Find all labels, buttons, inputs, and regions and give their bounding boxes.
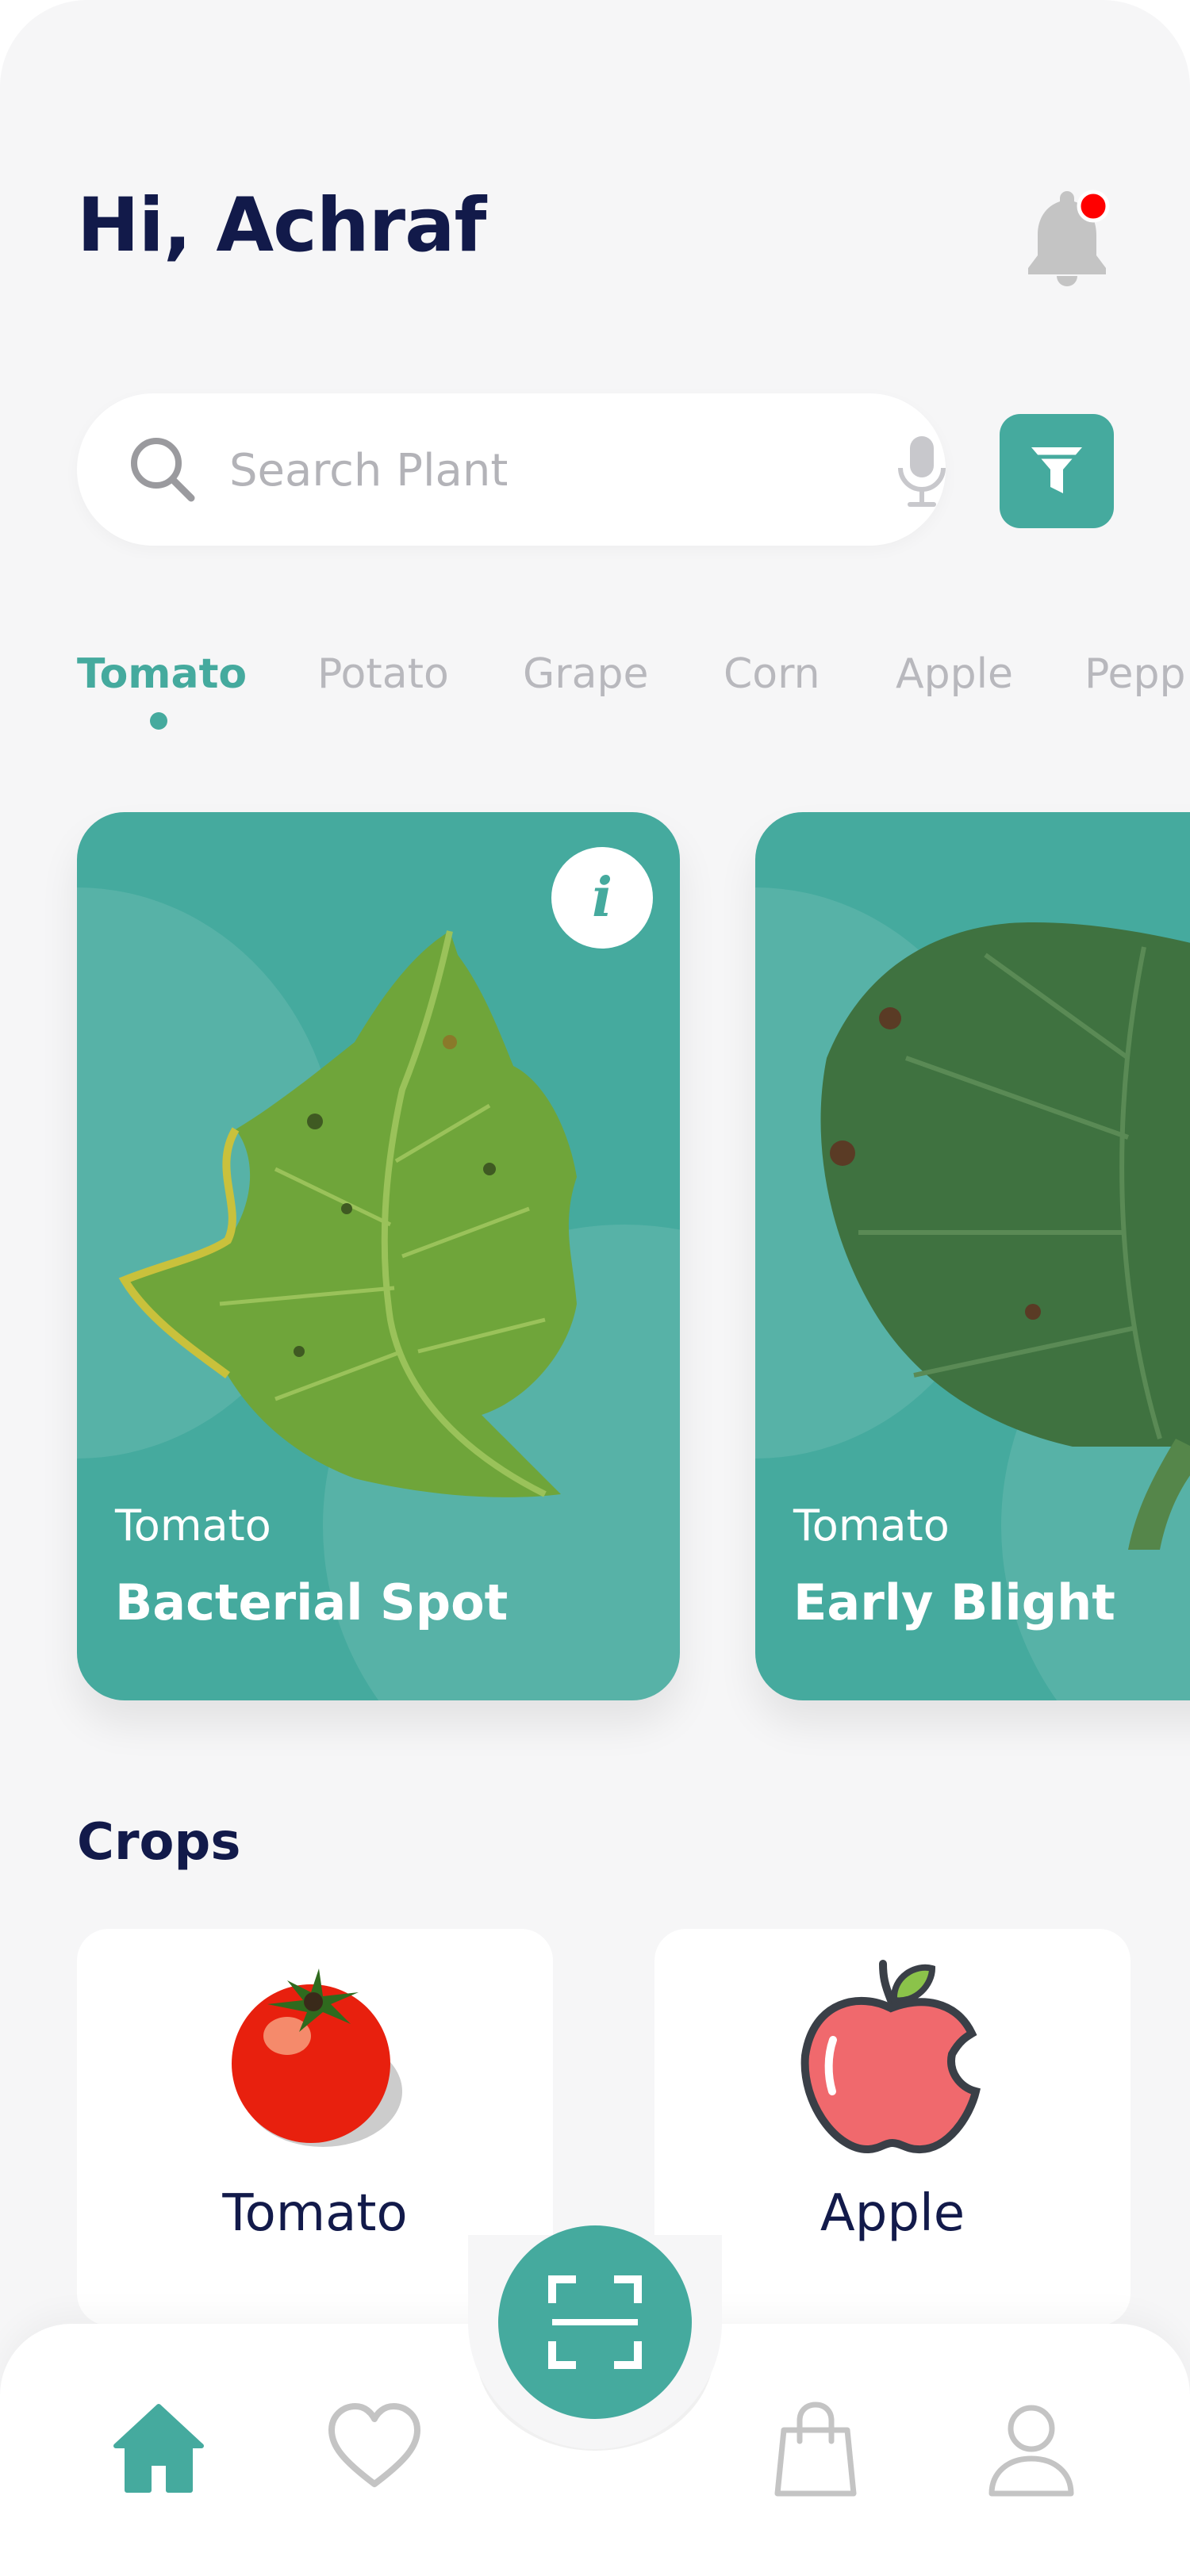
notification-bell-icon[interactable]	[1023, 187, 1111, 290]
home-screen: Hi, Achraf Tomato Potato Grape Corn	[0, 0, 1190, 2576]
bag-icon[interactable]	[768, 2402, 863, 2497]
crop-card-apple[interactable]: Apple	[654, 1929, 1130, 2325]
tab-pepper[interactable]: Pepp	[1084, 650, 1186, 698]
disease-card-bacterial-spot[interactable]: i Tomato Bacterial Spot	[77, 812, 680, 1700]
greeting-title: Hi, Achraf	[77, 182, 486, 269]
filter-button[interactable]	[1000, 414, 1114, 528]
tab-grape[interactable]: Grape	[523, 650, 649, 698]
tab-apple[interactable]: Apple	[896, 650, 1013, 698]
crops-section-title: Crops	[77, 1813, 241, 1872]
leaf-image	[820, 922, 1190, 1550]
search-icon	[131, 438, 195, 502]
category-tabs: Tomato Potato Grape Corn Apple Pepp	[77, 650, 1190, 722]
card-crop-label: Tomato	[115, 1501, 271, 1551]
selected-tab-indicator	[150, 712, 167, 730]
card-disease-label: Bacterial Spot	[115, 1574, 509, 1631]
profile-icon[interactable]	[984, 2402, 1079, 2497]
crop-label: Apple	[820, 2184, 965, 2243]
leaf-image	[118, 930, 577, 1497]
disease-card-early-blight[interactable]: Tomato Early Blight	[755, 812, 1190, 1700]
tomato-icon	[232, 1968, 402, 2147]
home-icon[interactable]	[111, 2402, 206, 2497]
tab-tomato[interactable]: Tomato	[77, 650, 247, 698]
notification-dot	[1077, 190, 1110, 223]
scan-button[interactable]	[498, 2225, 692, 2419]
crop-label: Tomato	[222, 2184, 408, 2243]
tab-corn[interactable]: Corn	[724, 650, 820, 698]
filter-icon	[1031, 447, 1082, 493]
card-crop-label: Tomato	[793, 1501, 950, 1551]
heart-icon[interactable]	[327, 2402, 422, 2497]
info-button[interactable]: i	[551, 847, 653, 949]
microphone-icon[interactable]	[894, 433, 950, 509]
scan-icon	[548, 2275, 642, 2369]
search-bar[interactable]	[77, 393, 946, 546]
tab-potato[interactable]: Potato	[317, 650, 449, 698]
card-disease-label: Early Blight	[793, 1574, 1115, 1631]
search-input[interactable]	[228, 430, 866, 511]
apple-icon	[800, 1960, 981, 2153]
